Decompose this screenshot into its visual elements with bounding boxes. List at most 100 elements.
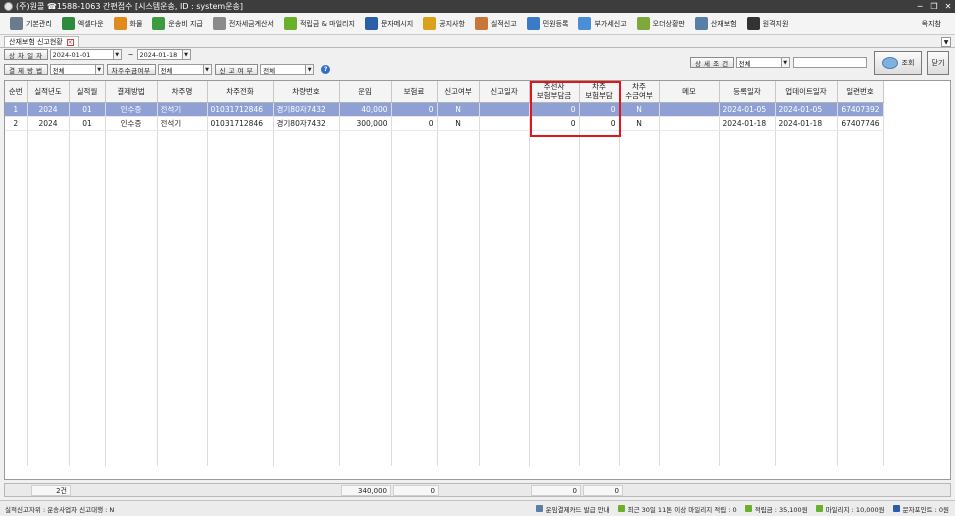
table-cell: 01 <box>69 102 106 117</box>
status-item-1[interactable]: 최근 30일 11톤 이상 마일리지 적립 : 0 <box>617 504 737 514</box>
toolbar-item-label: 전자세금계산서 <box>228 19 274 28</box>
toolbar-item-7[interactable]: 공지사항 <box>423 17 465 30</box>
toolbar-item-1[interactable]: 엑셀다운 <box>61 17 104 30</box>
toolbar-item-3[interactable]: 운송비 지급 <box>152 17 203 30</box>
table-cell: 2024 <box>27 116 70 131</box>
report-dropdown-icon[interactable]: ▼ <box>306 64 315 75</box>
column-header[interactable]: 실적년도 <box>27 81 70 103</box>
toolbar-item-8[interactable]: 실적신고 <box>474 17 517 30</box>
filter-row-detail: 상 세 조 건 전체 ▼ <box>690 56 867 69</box>
column-header[interactable]: 실적월 <box>69 81 106 103</box>
column-header[interactable]: 차주 수금여부 <box>619 81 660 103</box>
toolbar-right-label[interactable]: 옥지참 <box>922 19 941 29</box>
empty-row <box>5 214 884 228</box>
detail-dropdown-icon[interactable]: ▼ <box>781 57 790 68</box>
column-header[interactable]: 주선사 보험부담금 <box>529 81 580 103</box>
excel-icon <box>61 17 75 30</box>
report-icon <box>474 17 488 30</box>
column-header[interactable]: 차량번호 <box>273 81 340 103</box>
table-cell: 경기80자7432 <box>273 116 340 131</box>
search-button[interactable]: 조회 <box>874 51 922 75</box>
status-item-icon <box>815 505 823 512</box>
status-item-4[interactable]: 문자포인트 : 0원 <box>892 504 949 514</box>
summary-insurance-total: 0 <box>393 485 439 496</box>
table-cell: 2 <box>5 116 28 131</box>
empty-row <box>5 410 884 424</box>
table-cell: N <box>619 102 660 117</box>
table-cell: 2024-01-05 <box>775 102 838 117</box>
column-header[interactable]: 업데이트일자 <box>775 81 838 103</box>
complaint-icon <box>526 17 540 30</box>
close-button[interactable]: 닫기 <box>927 51 949 75</box>
column-header[interactable]: 순번 <box>5 81 28 103</box>
data-grid[interactable]: 순번 실적년도 실적월 결제방법 차주명 차주전화 차량번호 운임 보험료 신고여부 신고일자 주선사… <box>4 80 951 480</box>
empty-row <box>5 438 884 452</box>
date-to-input[interactable]: 2024-01-18 <box>136 49 183 60</box>
toolbar-item-13[interactable]: 원격지원 <box>746 17 788 30</box>
column-header[interactable]: 메모 <box>659 81 720 103</box>
app-icon <box>4 2 13 11</box>
help-icon[interactable]: ? <box>321 65 331 74</box>
toolbar-item-9[interactable]: 민원등록 <box>526 17 569 30</box>
column-header[interactable]: 결제방법 <box>105 81 158 103</box>
table-cell: 01031712846 <box>207 116 274 131</box>
column-header[interactable]: 보험료 <box>391 81 438 103</box>
restore-button[interactable]: ❐ <box>927 0 941 13</box>
toolbar-item-11[interactable]: 오더상황판 <box>636 17 685 30</box>
tab-menu-chevron-icon[interactable]: ▼ <box>941 37 951 47</box>
money-icon <box>152 17 166 30</box>
toolbar-item-label: 민원등록 <box>542 19 569 28</box>
column-header[interactable]: 운임 <box>339 81 392 103</box>
tab-close-icon[interactable]: × <box>66 38 74 46</box>
payment-select[interactable]: 전체 <box>49 64 96 75</box>
table-cell: N <box>619 116 660 131</box>
owner-fee-select[interactable]: 전체 <box>157 64 204 75</box>
report-select[interactable]: 전체 <box>260 64 307 75</box>
owner-fee-dropdown-icon[interactable]: ▼ <box>203 64 212 75</box>
column-header[interactable]: 차주명 <box>157 81 208 103</box>
empty-row <box>5 340 884 354</box>
minimize-button[interactable]: ─ <box>913 0 927 13</box>
toolbar-item-5[interactable]: 적립금 & 마일리지 <box>283 17 355 30</box>
toolbar-item-10[interactable]: 부가세신고 <box>578 17 627 30</box>
status-item-icon <box>892 505 900 512</box>
date-from-dropdown-icon[interactable]: ▼ <box>113 49 122 60</box>
payment-dropdown-icon[interactable]: ▼ <box>95 64 104 75</box>
column-header[interactable]: 등록일자 <box>719 81 776 103</box>
column-header[interactable]: 신고여부 <box>437 81 480 103</box>
empty-row <box>5 256 884 270</box>
summary-count: 2건 <box>31 485 71 496</box>
table-cell: N <box>437 116 480 131</box>
status-item-3[interactable]: 마일리지 : 10,000원 <box>815 504 885 514</box>
date-to-dropdown-icon[interactable]: ▼ <box>182 49 191 60</box>
status-item-2[interactable]: 적립금 : 35,100원 <box>744 504 808 514</box>
column-header[interactable]: 차주전화 <box>207 81 274 103</box>
column-header[interactable]: 일련번호 <box>837 81 884 103</box>
summary-broker-total: 0 <box>531 485 581 496</box>
column-header[interactable]: 신고일자 <box>479 81 530 103</box>
detail-text-input[interactable] <box>792 57 867 68</box>
table-cell: 2024 <box>27 102 70 117</box>
search-icon <box>881 57 898 69</box>
tab-industrial-insurance[interactable]: 산재보험 신고현황 × <box>4 36 79 47</box>
toolbar-item-2[interactable]: 화물 <box>113 17 142 30</box>
phone-icon <box>364 17 378 30</box>
toolbar-item-label: 오더상황판 <box>652 19 685 28</box>
toolbar-item-4[interactable]: 전자세금계산서 <box>212 17 274 30</box>
close-window-button[interactable]: ✕ <box>941 0 955 13</box>
toolbar-item-label: 기본관리 <box>26 19 52 28</box>
detail-select[interactable]: 전체 <box>735 57 782 68</box>
toolbar-item-6[interactable]: 문자메시지 <box>364 17 413 30</box>
table-row[interactable]: 1 2024 01 인수증 전석기 01031712846 경기80자7432 40,000 0… <box>5 102 884 117</box>
date-from-input[interactable]: 2024-01-01 <box>49 49 114 60</box>
toolbar-item-0[interactable]: 기본관리 <box>10 17 52 30</box>
notice-icon <box>423 17 437 30</box>
toolbar-item-12[interactable]: 산재보험 <box>694 17 737 30</box>
table-cell: 2024-01-18 <box>719 116 776 131</box>
table-body: 1 2024 01 인수증 전석기 01031712846 경기80자7432 40,000 0… <box>5 102 884 466</box>
status-item-0[interactable]: 운임결제카드 발급 안내 <box>535 504 610 514</box>
column-header[interactable]: 차주 보험부담 <box>579 81 620 103</box>
toolbar-item-label: 실적신고 <box>490 19 517 28</box>
table-row[interactable]: 2 2024 01 인수증 전석기 01031712846 경기80자7432 300,000… <box>5 116 884 131</box>
date-label: 상 차 일 자 <box>4 49 48 60</box>
